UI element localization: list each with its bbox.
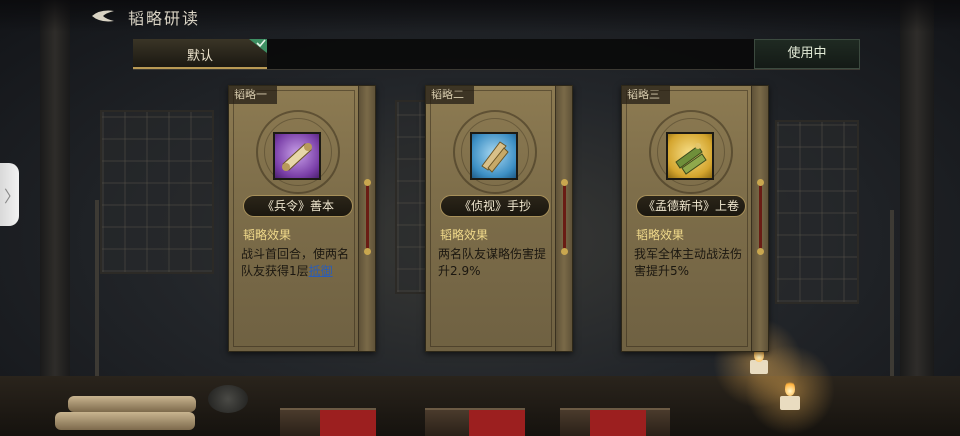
- background-window: [775, 120, 859, 304]
- candelabra-right: [890, 210, 894, 390]
- side-drawer-handle[interactable]: 〉: [0, 163, 21, 226]
- rail-knob: [364, 248, 371, 255]
- item-name: 《孟德新书》上卷: [636, 195, 746, 217]
- candle: [780, 396, 800, 410]
- page-title: 韬略研读: [128, 9, 201, 28]
- candle: [750, 360, 768, 374]
- effect-description: 我军全体主动战法伤害提升5%: [634, 247, 743, 278]
- card-tag: 韬略二: [426, 86, 474, 104]
- card-side-rail: [555, 86, 572, 351]
- card-tag: 韬略一: [229, 86, 277, 104]
- chevron-right-icon: 〉: [4, 187, 21, 206]
- rail-track: [563, 182, 566, 252]
- rail-knob: [561, 179, 568, 186]
- candelabra-left: [95, 200, 99, 390]
- scroll-bundle-decoration: [55, 412, 195, 430]
- strategy-card-2[interactable]: 韬略二 《侦视》手抄 韬略效果 两名队友谋略伤害提升2.9%: [425, 85, 573, 352]
- rail-knob: [364, 179, 371, 186]
- book-decoration: [280, 408, 376, 436]
- back-arrow-icon[interactable]: [90, 8, 120, 24]
- strategy-card-1[interactable]: 韬略一 《兵令》善本 韬略效果 战斗首回合，使两名队友获得1层抵御: [228, 85, 376, 352]
- effect-description: 两名队友谋略伤害提升2.9%: [438, 247, 547, 278]
- book-decoration: [425, 408, 525, 436]
- item-name: 《兵令》善本: [243, 195, 353, 217]
- book-decoration: [560, 408, 670, 436]
- rail-track: [366, 182, 369, 252]
- tab-default[interactable]: 默认: [133, 39, 267, 69]
- item-name: 《侦视》手抄: [440, 195, 550, 217]
- effect-title: 韬略效果: [243, 228, 292, 242]
- background-window: [100, 110, 214, 274]
- card-side-rail: [751, 86, 768, 351]
- scroll-bundle-decoration: [68, 396, 196, 412]
- rail-knob: [561, 248, 568, 255]
- rail-track: [759, 182, 762, 252]
- incense-burner: [208, 385, 248, 413]
- gold-scroll-bundle-icon[interactable]: [666, 132, 714, 180]
- header-bar: 韬略研读: [0, 0, 960, 32]
- in-use-button[interactable]: 使用中: [754, 39, 860, 69]
- effect-title: 韬略效果: [440, 228, 489, 242]
- effect-description: 战斗首回合，使两名队友获得1层抵御: [241, 246, 353, 280]
- background-pillar: [40, 0, 70, 436]
- background-pillar: [900, 0, 934, 436]
- blue-scroll-bundle-icon[interactable]: [470, 132, 518, 180]
- rail-knob: [757, 179, 764, 186]
- preset-tab-bar: 默认: [133, 39, 860, 70]
- candle-flame: [785, 380, 795, 396]
- effect-title: 韬略效果: [636, 228, 685, 242]
- card-tag: 韬略三: [622, 86, 670, 104]
- card-side-rail: [358, 86, 375, 351]
- strategy-card-3[interactable]: 韬略三 《孟德新书》上卷 韬略效果 我军全体主动战法伤害提升5%: [621, 85, 769, 352]
- checkmark-icon: [249, 39, 267, 53]
- rail-knob: [757, 248, 764, 255]
- purple-scroll-icon[interactable]: [273, 132, 321, 180]
- tab-default-label: 默认: [186, 49, 213, 64]
- keyword-link[interactable]: 抵御: [309, 264, 333, 278]
